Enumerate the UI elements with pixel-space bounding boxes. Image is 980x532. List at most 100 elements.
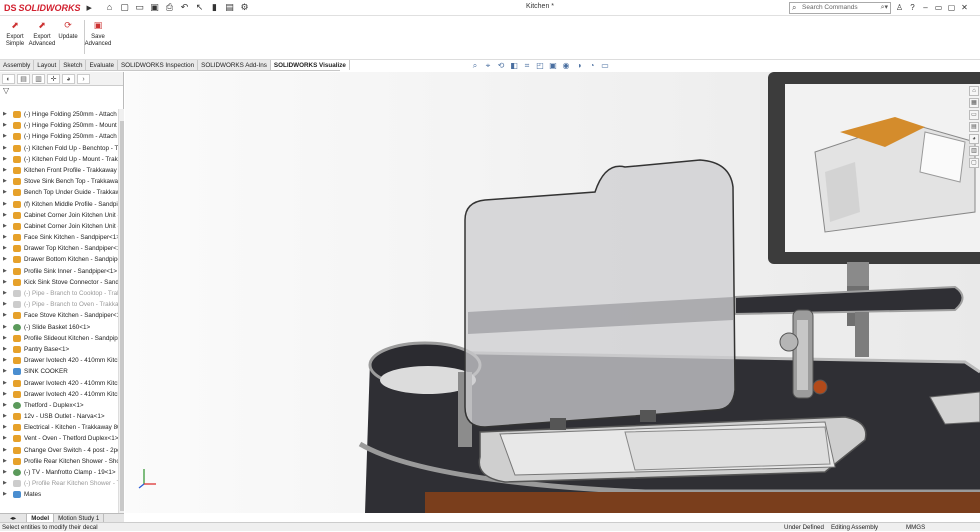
expand-arrow-icon[interactable]: ▶ [3, 322, 7, 333]
expand-arrow-icon[interactable]: ▶ [3, 478, 7, 489]
tree-item[interactable]: ▶ Kick Sink Stove Connector - Sandp [0, 277, 118, 288]
expand-arrow-icon[interactable]: ▶ [3, 467, 7, 478]
panel-more-icon[interactable]: › [77, 74, 90, 84]
menu-expand-icon[interactable]: ▶ [87, 4, 92, 12]
tree-item[interactable]: ▶ Bench Top Under Guide - Trakkaw [0, 187, 118, 198]
expand-arrow-icon[interactable]: ▶ [3, 299, 7, 310]
expand-arrow-icon[interactable]: ▶ [3, 344, 7, 355]
expand-arrow-icon[interactable]: ▶ [3, 254, 7, 265]
options-icon[interactable]: ⚙ [239, 2, 250, 13]
tree-item[interactable]: ▶ (f) Kitchen Middle Profile - Sandpi [0, 199, 118, 210]
tree-item[interactable]: ▶ Drawer Bottom Kitchen - Sandpipe [0, 254, 118, 265]
tree-item[interactable]: ▶ Stove Sink Bench Top - Trakkaway [0, 176, 118, 187]
file-explorer-icon[interactable]: ▭ [969, 110, 979, 120]
tree-item[interactable]: ▶ (-) Slide Basket 160<1> [0, 322, 118, 333]
filter-icon[interactable]: ▽ [0, 86, 123, 96]
tree-item[interactable]: ▶ Electrical - Kitchen - Trakkaway 80 [0, 422, 118, 433]
tree-item[interactable]: ▶ Kitchen Front Profile - Trakkaway 8 [0, 165, 118, 176]
expand-arrow-icon[interactable]: ▶ [3, 221, 7, 232]
tree-item[interactable]: ▶ Drawer Ivotech 420 - 410mm Kitch [0, 389, 118, 400]
expand-arrow-icon[interactable]: ▶ [3, 489, 7, 500]
rebuild-icon[interactable]: ▮ [209, 2, 220, 13]
zoom-area-icon[interactable]: ⌖ [483, 61, 493, 71]
forum-icon[interactable]: ▢ [969, 158, 979, 168]
apply-scene-icon[interactable]: ◔ [587, 61, 597, 71]
tree-item[interactable]: ▶ Drawer Ivotech 420 - 410mm Kitch [0, 378, 118, 389]
tree-item[interactable]: ▶ SINK COOKER [0, 366, 118, 377]
home-icon[interactable]: ⌂ [104, 2, 115, 13]
dimxpert-icon[interactable]: ✛ [47, 74, 60, 84]
expand-arrow-icon[interactable]: ▶ [3, 232, 7, 243]
expand-arrow-icon[interactable]: ▶ [3, 400, 7, 411]
tree-item[interactable]: ▶ Change Over Switch - 4 post - 2po [0, 445, 118, 456]
update-button[interactable]: ⟳ Update [53, 20, 83, 41]
tree-item[interactable]: ▶ Mates [0, 489, 118, 500]
tree-item[interactable]: ▶ Vent - Oven - Thetford Duplex<1> [0, 433, 118, 444]
tree-item[interactable]: ▶ Drawer Ivotech 420 - 410mm Kitch [0, 355, 118, 366]
save-icon[interactable]: ▣ [149, 2, 160, 13]
select-icon[interactable]: ↖ [194, 2, 205, 13]
hide-show-icon[interactable]: ◉ [561, 61, 571, 71]
tab-model[interactable]: Model [27, 514, 55, 522]
save-advanced-button[interactable]: ▣ Save Advanced [83, 20, 113, 48]
expand-arrow-icon[interactable]: ▶ [3, 176, 7, 187]
expand-arrow-icon[interactable]: ▶ [3, 389, 7, 400]
tab-visualize[interactable]: SOLIDWORKS Visualize [270, 60, 350, 70]
tab-add-ins[interactable]: SOLIDWORKS Add-Ins [198, 60, 271, 70]
previous-view-icon[interactable]: ⟲ [496, 61, 506, 71]
tree-item[interactable]: ▶ Profile Rear Kitchen Shower - Short [0, 456, 118, 467]
property-manager-icon[interactable]: ▤ [17, 74, 30, 84]
expand-arrow-icon[interactable]: ▶ [3, 433, 7, 444]
tree-item[interactable]: ▶ 12v - USB Outlet - Narva<1> [0, 411, 118, 422]
tree-item[interactable]: ▶ Cabinet Corner Join Kitchen Unit - [0, 210, 118, 221]
tree-item[interactable]: ▶ Pantry Base<1> [0, 344, 118, 355]
edit-appearance-icon[interactable]: ◑ [574, 61, 584, 71]
export-simple-button[interactable]: ⬈ Export Simple [0, 20, 30, 48]
expand-arrow-icon[interactable]: ▶ [3, 154, 7, 165]
expand-arrow-icon[interactable]: ▶ [3, 277, 7, 288]
view-settings-icon[interactable]: ▭ [600, 61, 610, 71]
expand-arrow-icon[interactable]: ▶ [3, 445, 7, 456]
expand-arrow-icon[interactable]: ▶ [3, 378, 7, 389]
tab-layout[interactable]: Layout [34, 60, 61, 70]
expand-arrow-icon[interactable]: ▶ [3, 456, 7, 467]
tree-item[interactable]: ▶ Profile Sink Inner - Sandpiper<1> [0, 266, 118, 277]
search-dropdown-icon[interactable]: ⌕▾ [881, 3, 888, 13]
expand-arrow-icon[interactable]: ▶ [3, 411, 7, 422]
expand-arrow-icon[interactable]: ▶ [3, 165, 7, 176]
view-orientation-icon[interactable]: ◰ [535, 61, 545, 71]
restore-icon[interactable]: ▭ [934, 2, 943, 13]
tree-item[interactable]: ▶ (-) Pipe - Branch to Oven - Trakkav [0, 299, 118, 310]
file-properties-icon[interactable]: ▤ [224, 2, 235, 13]
tree-item[interactable]: ▶ (-) Pipe - Branch to Cooktop - Trak [0, 288, 118, 299]
expand-arrow-icon[interactable]: ▶ [3, 199, 7, 210]
expand-arrow-icon[interactable]: ▶ [3, 266, 7, 277]
tab-inspection[interactable]: SOLIDWORKS Inspection [118, 60, 199, 70]
tile-icon[interactable]: ▢ [947, 2, 956, 13]
tree-item[interactable]: ▶ Thetford - Duplex<1> [0, 400, 118, 411]
expand-arrow-icon[interactable]: ▶ [3, 109, 7, 120]
section-view-icon[interactable]: ◧ [509, 61, 519, 71]
expand-arrow-icon[interactable]: ▶ [3, 333, 7, 344]
tab-sketch[interactable]: Sketch [60, 60, 87, 70]
undo-icon[interactable]: ↶ [179, 2, 190, 13]
custom-properties-icon[interactable]: ▥ [969, 146, 979, 156]
resources-icon[interactable]: ⌂ [969, 86, 979, 96]
tree-item[interactable]: ▶ (-) TV - Manfrotto Clamp - 19<1> [0, 467, 118, 478]
search-commands-input[interactable]: ⌕ Search Commands ⌕▾ [789, 2, 891, 14]
expand-arrow-icon[interactable]: ▶ [3, 355, 7, 366]
expand-arrow-icon[interactable]: ▶ [3, 310, 7, 321]
expand-arrow-icon[interactable]: ▶ [3, 366, 7, 377]
tree-scrollbar[interactable] [118, 109, 124, 513]
close-icon[interactable]: ✕ [960, 2, 969, 13]
dynamic-annotation-icon[interactable]: ⌗ [522, 61, 532, 71]
tree-item[interactable]: ▶ (-) Hinge Folding 250mm - Mount [0, 120, 118, 131]
appearances-icon[interactable]: ◕ [969, 134, 979, 144]
minimize-icon[interactable]: – [921, 2, 930, 13]
tab-nav-arrows[interactable]: ◂▸ [0, 514, 28, 522]
solidworks-logo[interactable]: DS SOLIDWORKS ▶ [4, 2, 92, 14]
tree-item[interactable]: ▶ Face Stove Kitchen - Sandpiper<1> [0, 310, 118, 321]
display-style-icon[interactable]: ▣ [548, 61, 558, 71]
tree-item[interactable]: ▶ (-) Kitchen Fold Up - Mount - Trak [0, 154, 118, 165]
new-icon[interactable]: ▢ [119, 2, 130, 13]
